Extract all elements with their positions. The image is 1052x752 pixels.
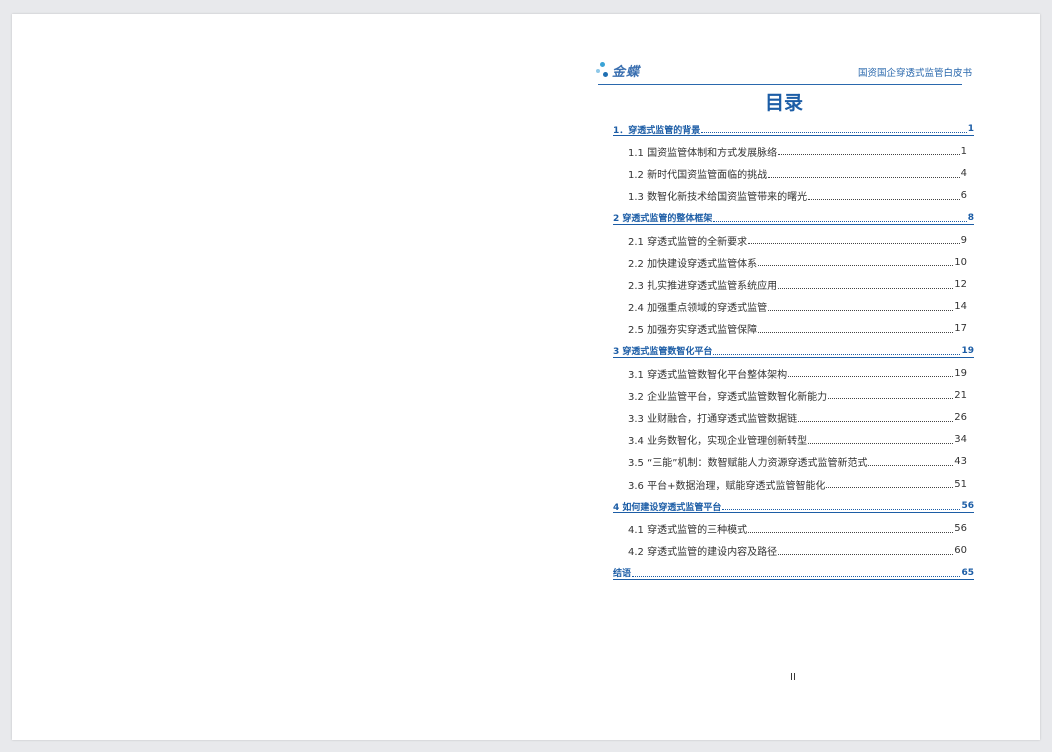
toc-entry-page: 56 [954,522,967,534]
toc-entry-label: 结语 [613,566,632,580]
toc-dot-leader [826,486,954,489]
toc-dot-leader [778,287,954,289]
toc-entry-page: 17 [954,323,967,335]
toc-section-entry[interactable]: 3.6 平台+数据治理，赋能穿透式监管智能化 51 [613,473,974,495]
toc-entry-label: 2.5 加强夯实穿透式监管保障 [628,321,758,337]
toc-dot-leader [868,464,954,466]
kingdee-logo: 金蝶 [596,60,640,80]
toc-section-entry[interactable]: 3.3 业财融合，打通穿透式监管数据链 26 [613,406,974,428]
toc-entry-label: 3.4 业务数智化，实现企业管理创新转型 [628,432,808,448]
toc-section-entry[interactable]: 1.3 数智化新技术给国资监管带来的曙光 6 [613,185,974,207]
header-title: 国资国企穿透式监管白皮书 [857,68,972,79]
toc-entry-label: 4.2 穿透式监管的建设内容及路径 [628,543,778,559]
toc-entry-page: 60 [954,545,967,557]
toc-entry-page: 10 [954,256,967,268]
toc-dot-leader [808,442,954,444]
toc-dot-leader [748,531,954,533]
toc-section-entry[interactable]: 3.5 “三能”机制：数智赋能人力资源穿透式监管新范式 43 [613,451,974,473]
toc-chapter-entry[interactable]: 2 穿透式监管的整体框架 8 [613,207,974,229]
toc-entry-label: 3.3 业财融合，打通穿透式监管数据链 [628,410,798,426]
toc-section-entry[interactable]: 2.5 加强夯实穿透式监管保障 17 [613,318,974,340]
toc-entry-label: 4 如何建设穿透式监管平台 [613,499,722,513]
toc-section-entry[interactable]: 2.2 加快建设穿透式监管体系 10 [613,251,974,273]
toc-section-entry[interactable]: 3.4 业务数智化，实现企业管理创新转型 34 [613,429,974,451]
toc-entry-label: 2.3 扎实推进穿透式监管系统应用 [628,276,778,292]
toc-section-entry[interactable]: 2.1 穿透式监管的全新要求 9 [613,229,974,251]
toc-section-entry[interactable]: 4.1 穿透式监管的三种模式 56 [613,517,974,539]
toc-entry-label: 1.2 新时代国资监管面临的挑战 [628,165,768,181]
table-of-contents: 1．穿透式监管的背景 1 1.1 国资监管体制和方式发展脉络 1 1.2 新时代国资监管… [613,118,974,584]
toc-entry-label: 2 穿透式监管的整体框架 [613,211,713,225]
toc-dot-leader [748,242,960,245]
toc-section-entry[interactable]: 3.1 穿透式监管数智化平台整体架构 19 [613,362,974,384]
toc-entry-page: 56 [961,501,974,512]
toc-entry-page: 8 [967,212,974,223]
toc-entry-label: 3.5 “三能”机制：数智赋能人力资源穿透式监管新范式 [628,454,868,470]
toc-dot-leader [778,553,954,555]
toc-entry-label: 3.2 企业监管平台，穿透式监管数智化新能力 [628,387,828,403]
document-page: 金蝶 国资国企穿透式监管白皮书 目录 1．穿透式监管的背景 1 1.1 国资监管体制… [12,14,1040,740]
toc-dot-leader [768,176,960,178]
toc-dot-leader [798,420,954,422]
toc-entry-page: 51 [954,478,967,490]
toc-entry-page: 6 [960,190,967,202]
toc-dot-leader [722,508,961,511]
toc-entry-page: 65 [961,567,974,578]
logo-text: 金蝶 [612,64,641,80]
header-divider [598,84,962,85]
toc-entry-label: 1．穿透式监管的背景 [613,122,701,136]
toc-entry-page: 19 [954,367,967,379]
toc-entry-page: 4 [960,167,967,179]
toc-entry-page: 14 [954,301,967,313]
toc-dot-leader [758,331,954,333]
toc-chapter-entry[interactable]: 4 如何建设穿透式监管平台 56 [613,495,974,517]
toc-entry-page: 26 [954,412,967,424]
toc-dot-leader [758,264,954,267]
toc-entry-label: 3.1 穿透式监管数智化平台整体架构 [628,365,788,381]
toc-entry-page: 34 [954,434,967,446]
toc-dot-leader [632,575,961,577]
toc-entry-label: 3 穿透式监管数智化平台 [613,344,713,358]
toc-dot-leader [768,309,954,311]
toc-chapter-entry[interactable]: 结语 65 [613,562,974,584]
toc-entry-page: 9 [960,234,967,246]
toc-section-entry[interactable]: 1.1 国资监管体制和方式发展脉络 1 [613,140,974,162]
toc-dot-leader [713,220,967,222]
toc-entry-label: 4.1 穿透式监管的三种模式 [628,520,748,536]
toc-dot-leader [778,153,960,156]
toc-chapter-entry[interactable]: 1．穿透式监管的背景 1 [613,118,974,140]
toc-entry-page: 43 [954,456,967,468]
toc-entry-label: 2.4 加强重点领域的穿透式监管 [628,299,768,315]
toc-entry-label: 2.2 加快建设穿透式监管体系 [628,254,758,270]
toc-entry-page: 1 [967,124,974,135]
toc-entry-label: 3.6 平台+数据治理，赋能穿透式监管智能化 [628,476,826,492]
toc-dot-leader [808,198,960,200]
toc-section-entry[interactable]: 2.4 加强重点领域的穿透式监管 14 [613,296,974,318]
toc-entry-label: 1.3 数智化新技术给国资监管带来的曙光 [628,188,808,204]
toc-entry-label: 2.1 穿透式监管的全新要求 [628,232,748,248]
toc-entry-label: 1.1 国资监管体制和方式发展脉络 [628,143,778,159]
toc-dot-leader [788,375,954,378]
toc-dot-leader [713,353,961,356]
toc-section-entry[interactable]: 1.2 新时代国资监管面临的挑战 4 [613,162,974,184]
logo-dots-icon [596,60,610,80]
toc-section-entry[interactable]: 3.2 企业监管平台，穿透式监管数智化新能力 21 [613,384,974,406]
document-viewer: 金蝶 国资国企穿透式监管白皮书 目录 1．穿透式监管的背景 1 1.1 国资监管体制… [0,0,1052,752]
page-number: II [790,672,796,683]
toc-heading: 目录 [764,92,803,114]
toc-entry-page: 19 [961,345,974,356]
toc-entry-page: 12 [954,278,967,290]
toc-dot-leader [828,397,954,400]
toc-dot-leader [701,131,967,134]
toc-entry-page: 21 [954,389,967,401]
toc-chapter-entry[interactable]: 3 穿透式监管数智化平台 19 [613,340,974,362]
toc-section-entry[interactable]: 4.2 穿透式监管的建设内容及路径 60 [613,540,974,562]
toc-section-entry[interactable]: 2.3 扎实推进穿透式监管系统应用 12 [613,273,974,295]
toc-entry-page: 1 [960,145,967,157]
